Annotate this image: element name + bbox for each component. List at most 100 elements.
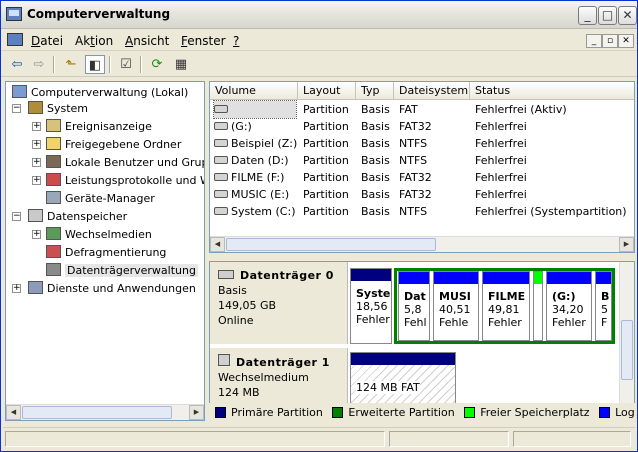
shared-folder-icon xyxy=(46,137,61,150)
status-cell: Fehlerfrei xyxy=(475,188,527,201)
scroll-left-arrow[interactable]: ◀ xyxy=(6,405,21,420)
tree-node-wechselmedien[interactable]: Wechselmedien xyxy=(46,226,152,243)
show-tree-icon[interactable]: ◧ xyxy=(85,55,105,74)
close-button[interactable]: ✕ xyxy=(618,6,637,25)
scroll-thumb[interactable] xyxy=(22,406,172,419)
tree-node-root[interactable]: Computerverwaltung (Lokal) xyxy=(12,84,188,101)
volume-list: Volume Layout Typ Dateisystem Status Par… xyxy=(209,81,635,253)
layout-cell: Partition xyxy=(303,171,349,184)
mmc-console-icon[interactable] xyxy=(7,33,23,46)
legend-swatch-free xyxy=(464,407,476,418)
child-restore-button[interactable]: ▫ xyxy=(602,34,618,48)
performance-logs-icon xyxy=(46,173,61,186)
removable-media-icon xyxy=(218,354,230,366)
scroll-thumb[interactable] xyxy=(621,320,633,380)
partition-filme[interactable]: FILME 49,81 Fehler xyxy=(482,271,530,341)
menu-aktion[interactable]: Aktion xyxy=(75,34,113,48)
expand-dienste-toggle[interactable]: + xyxy=(12,284,21,293)
disk-view-vertical-scrollbar[interactable] xyxy=(619,262,634,422)
child-minimize-button[interactable]: _ xyxy=(586,34,602,48)
tree-horizontal-scrollbar[interactable]: ◀ ▶ xyxy=(6,404,204,420)
scroll-right-arrow[interactable]: ▶ xyxy=(619,237,634,252)
scroll-left-arrow[interactable]: ◀ xyxy=(210,237,225,252)
volume-list-horizontal-scrollbar[interactable]: ◀ ▶ xyxy=(210,236,634,252)
drive-icon xyxy=(214,122,228,130)
tree-node-geraete-manager[interactable]: Geräte-Manager xyxy=(46,190,155,207)
expand-wechselmedien-toggle[interactable]: + xyxy=(32,230,41,239)
menu-datei[interactable]: Datei xyxy=(31,34,63,48)
scroll-thumb[interactable] xyxy=(226,238,436,251)
fs-cell: NTFS xyxy=(399,205,428,218)
column-header-volume[interactable]: Volume xyxy=(210,82,298,100)
menu-help[interactable]: ? xyxy=(233,34,239,48)
help-icon[interactable]: ▦ xyxy=(171,55,191,74)
partition-daten[interactable]: Dat 5,8 Fehl xyxy=(398,271,430,341)
tree-node-datenspeicher[interactable]: Datenspeicher xyxy=(28,208,127,225)
collapse-datenspeicher-toggle[interactable]: − xyxy=(12,212,21,221)
refresh-icon[interactable]: ⟳ xyxy=(147,55,167,74)
disk-state: Online xyxy=(218,314,254,327)
window-title: Computerverwaltung xyxy=(27,7,171,21)
tree-node-system[interactable]: System xyxy=(28,100,88,117)
status-panel-2 xyxy=(389,431,509,447)
partition-g[interactable]: (G:) 34,20 Fehler xyxy=(546,271,592,341)
tree-node-lokale-benutzer[interactable]: Lokale Benutzer und Gruppen xyxy=(46,154,204,171)
title-bar[interactable]: Computerverwaltung _ □ ✕ xyxy=(1,1,637,29)
expand-ereignisanzeige-toggle[interactable]: + xyxy=(32,122,41,131)
column-header-typ[interactable]: Typ xyxy=(356,82,394,100)
primary-partition-bar xyxy=(351,353,455,365)
up-folder-icon[interactable]: ⬑ xyxy=(61,55,81,74)
tree-node-datentraegerverwaltung[interactable]: Datenträgerverwaltung xyxy=(46,262,198,279)
status-panel-3 xyxy=(513,431,631,447)
logical-drive-bar xyxy=(434,272,478,284)
tree-node-dienste[interactable]: Dienste und Anwendungen xyxy=(28,280,196,297)
type-cell: Basis xyxy=(361,120,390,133)
disk-kind: Wechselmedium xyxy=(218,371,309,384)
drive-icon xyxy=(214,207,228,215)
tree-node-defragmentierung[interactable]: Defragmentierung xyxy=(46,244,166,261)
fs-cell: FAT32 xyxy=(399,120,432,133)
logical-drive-bar xyxy=(399,272,429,284)
partition-free-space[interactable] xyxy=(533,271,543,341)
partition-beispiel[interactable]: B5F xyxy=(595,271,612,341)
volume-name-cell: FILME (F:) xyxy=(214,169,298,186)
toolbar: ⇦ ⇨ ⬑ ◧ ☑ ⟳ ▦ xyxy=(1,52,637,77)
status-cell: Fehlerfrei (Systempartition) xyxy=(475,205,627,218)
menu-ansicht[interactable]: Ansicht xyxy=(125,34,169,48)
column-header-layout[interactable]: Layout xyxy=(298,82,356,100)
expand-leistungsprotokolle-toggle[interactable]: + xyxy=(32,176,41,185)
disk-0-label[interactable]: Datenträger 0 Basis 149,05 GB Online xyxy=(210,262,348,344)
column-header-dateisystem[interactable]: Dateisystem xyxy=(394,82,470,100)
collapse-system-toggle[interactable]: − xyxy=(12,104,21,113)
layout-cell: Partition xyxy=(303,103,349,116)
toolbar-separator xyxy=(53,56,55,73)
column-header-status[interactable]: Status xyxy=(470,82,634,100)
fs-cell: FAT32 xyxy=(399,171,432,184)
partition-legend: Primäre Partition Erweiterte Partition F… xyxy=(209,403,635,423)
menu-fenster[interactable]: Fenster xyxy=(181,34,226,48)
forward-arrow-icon[interactable]: ⇨ xyxy=(29,55,49,74)
disk-management-icon xyxy=(46,263,61,276)
drive-icon xyxy=(214,173,228,181)
drive-icon xyxy=(214,139,228,147)
scroll-right-arrow[interactable]: ▶ xyxy=(189,405,204,420)
maximize-button[interactable]: □ xyxy=(598,6,617,25)
layout-cell: Partition xyxy=(303,120,349,133)
expand-freigegebene-ordner-toggle[interactable]: + xyxy=(32,140,41,149)
minimize-button[interactable]: _ xyxy=(578,6,597,25)
computer-management-icon xyxy=(6,7,22,21)
child-close-button[interactable]: ✕ xyxy=(618,34,634,48)
partition-music[interactable]: MUSI 40,51 Fehle xyxy=(433,271,479,341)
properties-icon[interactable]: ☑ xyxy=(116,55,136,74)
partition-system[interactable]: Syste 18,56 Fehler xyxy=(350,268,392,344)
tree-node-leistungsprotokolle[interactable]: Leistungsprotokolle und Warnungen xyxy=(46,172,204,189)
disk-size: 149,05 GB xyxy=(218,299,277,312)
tree-node-freigegebene-ordner[interactable]: Freigegebene Ordner xyxy=(46,136,181,153)
tree-node-ereignisanzeige[interactable]: Ereignisanzeige xyxy=(46,118,152,135)
free-space-bar xyxy=(534,272,542,284)
primary-partition-bar xyxy=(351,269,391,281)
back-arrow-icon[interactable]: ⇦ xyxy=(7,55,27,74)
volume-name-cell: Beispiel (Z:) xyxy=(214,135,298,152)
expand-lokale-benutzer-toggle[interactable]: + xyxy=(32,158,41,167)
type-cell: Basis xyxy=(361,188,390,201)
